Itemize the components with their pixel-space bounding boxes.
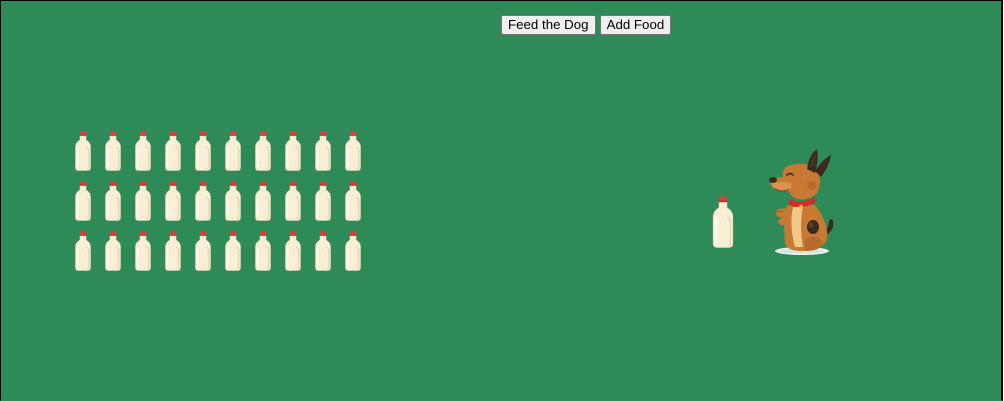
milk-bottle	[283, 231, 303, 271]
milk-bottle-icon	[105, 181, 121, 221]
milk-bottle	[283, 131, 303, 171]
milk-bottle-icon	[195, 131, 211, 171]
milk-bottle	[73, 181, 93, 221]
milk-bottle	[343, 231, 363, 271]
milk-bottle	[193, 131, 213, 171]
milk-bottle-icon	[285, 131, 301, 171]
milk-bottle	[103, 181, 123, 221]
milk-bottle	[253, 231, 273, 271]
milk-bottle-icon	[285, 181, 301, 221]
milk-bottle	[253, 181, 273, 221]
milk-bottle-icon	[345, 131, 361, 171]
milk-bottle-icon	[225, 131, 241, 171]
milk-bottle	[313, 181, 333, 221]
milk-bottle-icon	[345, 181, 361, 221]
milk-bottle	[163, 181, 183, 221]
milk-bottle-icon	[165, 181, 181, 221]
milk-bottle	[73, 231, 93, 271]
milk-bottle-serving	[710, 193, 736, 251]
milk-bottle	[253, 131, 273, 171]
milk-bottle-icon	[75, 131, 91, 171]
milk-bottle	[343, 181, 363, 221]
milk-bottle	[193, 231, 213, 271]
milk-bottle-icon	[285, 231, 301, 271]
milk-bottle	[133, 181, 153, 221]
milk-bottle	[133, 131, 153, 171]
feed-dog-button[interactable]: Feed the Dog	[501, 15, 596, 35]
milk-bottle-icon	[105, 231, 121, 271]
milk-bottle-icon	[225, 231, 241, 271]
milk-bottle-icon	[135, 231, 151, 271]
milk-bottle-icon	[165, 231, 181, 271]
milk-bottle	[163, 231, 183, 271]
milk-bottle	[103, 231, 123, 271]
milk-bottle-icon	[225, 181, 241, 221]
milk-bottle	[193, 181, 213, 221]
milk-bottle-icon	[135, 131, 151, 171]
milk-bottle	[133, 231, 153, 271]
milk-bottle	[163, 131, 183, 171]
milk-bottle	[223, 131, 243, 171]
milk-bottle-icon	[255, 131, 271, 171]
milk-bottle	[103, 131, 123, 171]
milk-bottle	[73, 131, 93, 171]
milk-bottle-icon	[712, 196, 734, 248]
milk-bottle	[283, 181, 303, 221]
milk-bottle-icon	[315, 131, 331, 171]
milk-bottle-icon	[195, 231, 211, 271]
milk-stock-grid	[73, 131, 363, 271]
milk-bottle-icon	[255, 231, 271, 271]
milk-bottle	[223, 181, 243, 221]
milk-bottle-icon	[315, 181, 331, 221]
milk-bottle-icon	[315, 231, 331, 271]
milk-bottle	[223, 231, 243, 271]
milk-bottle-icon	[135, 181, 151, 221]
controls-bar: Feed the Dog Add Food	[501, 15, 672, 35]
milk-bottle	[313, 231, 333, 271]
add-food-button[interactable]: Add Food	[599, 15, 672, 35]
dog-icon	[769, 149, 834, 255]
game-stage: Feed the Dog Add Food	[0, 0, 1003, 401]
milk-bottle-icon	[105, 131, 121, 171]
milk-bottle-icon	[195, 181, 211, 221]
milk-bottle-icon	[75, 231, 91, 271]
dog-character	[765, 147, 839, 257]
milk-bottle	[343, 131, 363, 171]
milk-bottle-icon	[255, 181, 271, 221]
milk-bottle	[313, 131, 333, 171]
milk-bottle-icon	[165, 131, 181, 171]
milk-bottle-icon	[75, 181, 91, 221]
milk-bottle-icon	[345, 231, 361, 271]
